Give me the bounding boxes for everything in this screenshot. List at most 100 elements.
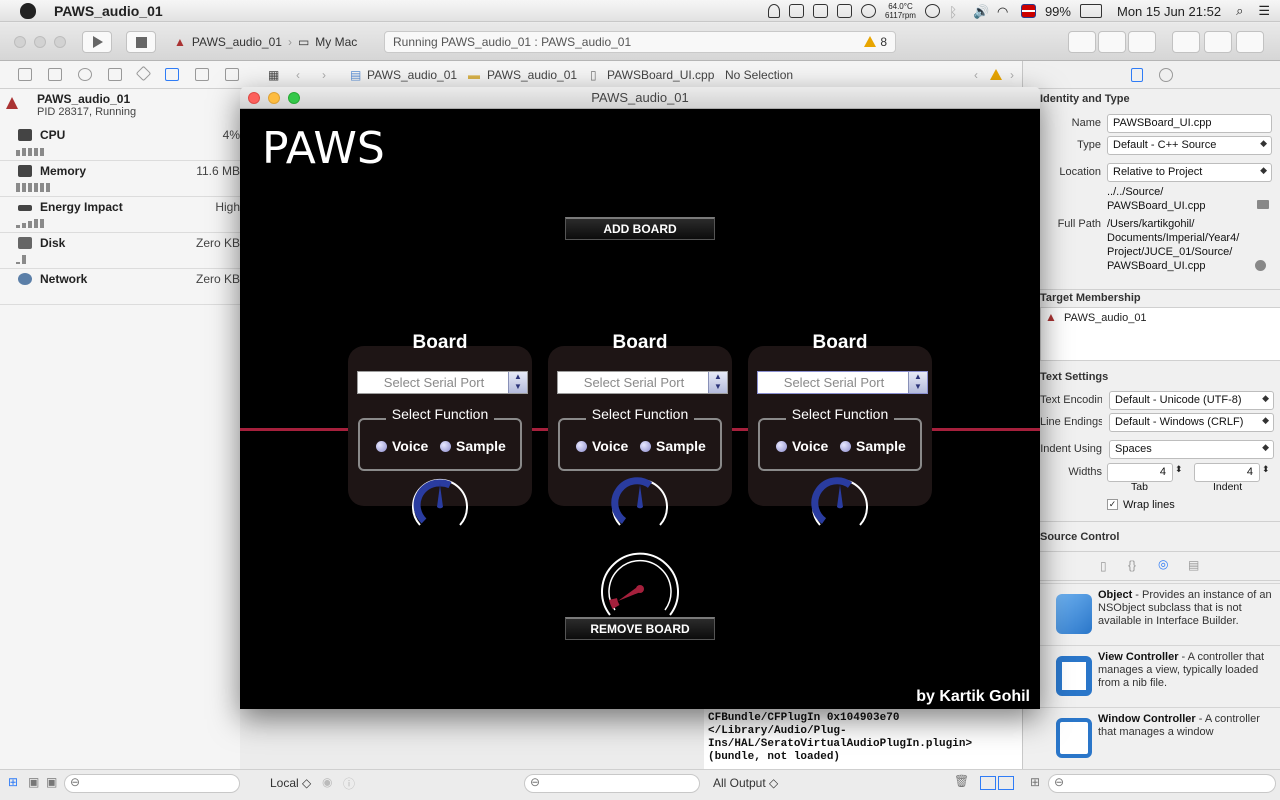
tab-stepper[interactable]: ⬍: [1175, 464, 1183, 475]
master-rotary-knob[interactable]: [598, 549, 682, 625]
window-titlebar[interactable]: PAWS_audio_01: [240, 87, 1040, 109]
voice-radio[interactable]: Voice: [376, 438, 428, 454]
serial-port-select[interactable]: Select Serial Port ▲ ▼: [757, 371, 928, 394]
next-issue-icon[interactable]: ›: [1010, 68, 1014, 82]
code-snippet-icon[interactable]: {}: [1128, 558, 1136, 572]
back-arrow-icon[interactable]: ‹: [296, 68, 300, 82]
variables-filter-field[interactable]: ⊖: [524, 774, 700, 793]
file-template-icon[interactable]: ▯: [1100, 559, 1107, 573]
project-navigator-icon[interactable]: [18, 68, 32, 81]
trash-icon[interactable]: 🗑: [954, 774, 969, 788]
serial-port-select[interactable]: Select Serial Port ▲ ▼: [557, 371, 728, 394]
help-inspector-icon[interactable]: [1159, 68, 1173, 82]
toggle-debug-area-button[interactable]: [1204, 31, 1232, 53]
eye-icon[interactable]: ◉: [322, 775, 332, 789]
app-menu-name[interactable]: PAWS_audio_01: [54, 3, 163, 19]
spotlight-search-icon[interactable]: ⌕: [1236, 3, 1243, 19]
library-item-object[interactable]: Object - Provides an instance of an NSOb…: [1040, 583, 1280, 643]
sample-radio[interactable]: Sample: [440, 438, 506, 454]
name-field[interactable]: PAWSBoard_UI.cpp: [1107, 114, 1272, 133]
minimize-button[interactable]: [34, 36, 46, 48]
memory-gauge[interactable]: Memory 11.6 MB: [0, 161, 240, 197]
indent-using-select[interactable]: Spaces ◆: [1109, 440, 1274, 459]
breakpoint-navigator-icon[interactable]: [195, 68, 209, 81]
sample-radio[interactable]: Sample: [840, 438, 906, 454]
toggle-utilities-button[interactable]: [1236, 31, 1264, 53]
console-output[interactable]: CFBundle/CFPlugIn 0x104903e70 </Library/…: [704, 709, 1022, 769]
test-navigator-icon[interactable]: [135, 65, 152, 82]
notification-bell-icon[interactable]: [767, 4, 780, 18]
info-icon[interactable]: ⓘ: [343, 775, 355, 792]
network-gauge[interactable]: Network Zero KB: [0, 269, 240, 305]
close-button[interactable]: [248, 92, 260, 104]
zoom-button[interactable]: [54, 36, 66, 48]
blocked-icon[interactable]: [860, 4, 876, 18]
board-rotary-knob[interactable]: [410, 477, 470, 533]
issue-warning-icon[interactable]: [990, 68, 1006, 82]
breadcrumb-project[interactable]: PAWS_audio_01: [367, 68, 457, 82]
related-items-icon[interactable]: ▦: [268, 68, 279, 82]
add-board-button[interactable]: ADD BOARD: [565, 217, 715, 240]
volume-icon[interactable]: 🔊: [973, 4, 989, 19]
input-language-flag-icon[interactable]: [1020, 4, 1036, 18]
previous-issue-icon[interactable]: ‹: [974, 68, 978, 82]
clock[interactable]: Mon 15 Jun 21:52: [1117, 4, 1221, 19]
library-filter-field[interactable]: ⊖: [1048, 774, 1276, 793]
temperature-monitor[interactable]: 64.0°C 6117rpm: [885, 2, 916, 20]
show-variables-icon[interactable]: [980, 776, 996, 790]
type-select[interactable]: Default - C++ Source ◆: [1107, 136, 1272, 155]
run-button[interactable]: [82, 31, 112, 53]
recent-files-icon[interactable]: ▣: [28, 775, 39, 789]
line-endings-select[interactable]: Default - Windows (CRLF) ◆: [1109, 413, 1274, 432]
breadcrumb-selection[interactable]: No Selection: [725, 68, 793, 82]
voice-radio[interactable]: Voice: [576, 438, 628, 454]
scheme-selector[interactable]: ▲ PAWS_audio_01 › ▭ My Mac: [168, 31, 363, 53]
board-rotary-knob[interactable]: [810, 477, 870, 533]
scm-icon[interactable]: ▣: [46, 775, 57, 789]
sample-radio[interactable]: Sample: [640, 438, 706, 454]
accessibility-icon[interactable]: [924, 4, 940, 18]
grid-view-icon[interactable]: ⊞: [1030, 775, 1040, 789]
breadcrumb-file[interactable]: PAWSBoard_UI.cpp: [607, 68, 714, 82]
add-icon[interactable]: ⊞: [8, 775, 18, 789]
voice-radio[interactable]: Voice: [776, 438, 828, 454]
board-rotary-knob[interactable]: [610, 477, 670, 533]
drive-icon[interactable]: [788, 4, 804, 18]
location-select[interactable]: Relative to Project ◆: [1107, 163, 1272, 182]
disk-gauge[interactable]: Disk Zero KB: [0, 233, 240, 269]
forward-arrow-icon[interactable]: ›: [322, 68, 326, 82]
symbol-navigator-icon[interactable]: [48, 68, 62, 81]
show-console-icon[interactable]: [998, 776, 1014, 790]
energy-gauge[interactable]: Energy Impact High: [0, 197, 240, 233]
warnings-indicator[interactable]: 8: [864, 35, 887, 49]
file-inspector-icon[interactable]: [1131, 68, 1143, 82]
issue-navigator-icon[interactable]: [108, 68, 122, 81]
console-output-selector[interactable]: All Output ◇: [713, 776, 778, 790]
report-navigator-icon[interactable]: [225, 68, 239, 81]
version-editor-button[interactable]: [1128, 31, 1156, 53]
dropbox-icon[interactable]: [836, 4, 852, 18]
library-item-view-controller[interactable]: View Controller - A controller that mana…: [1040, 645, 1280, 705]
standard-editor-button[interactable]: [1068, 31, 1096, 53]
serial-port-select[interactable]: Select Serial Port ▲ ▼: [357, 371, 528, 394]
wifi-icon[interactable]: ◠: [997, 4, 1012, 19]
library-item-window-controller[interactable]: Window Controller - A controller that ma…: [1040, 707, 1280, 767]
assistant-editor-button[interactable]: [1098, 31, 1126, 53]
notification-center-icon[interactable]: ☰: [1258, 3, 1270, 19]
battery-icon[interactable]: [1079, 4, 1102, 18]
media-library-icon[interactable]: ▤: [1188, 558, 1199, 572]
minimize-button[interactable]: [268, 92, 280, 104]
object-library-icon[interactable]: ◎: [1158, 557, 1168, 571]
process-name[interactable]: PAWS_audio_01: [37, 92, 130, 106]
toggle-navigator-button[interactable]: [1172, 31, 1200, 53]
encoding-select[interactable]: Default - Unicode (UTF-8) ◆: [1109, 391, 1274, 410]
breadcrumb-group[interactable]: PAWS_audio_01: [487, 68, 577, 82]
variables-scope-selector[interactable]: Local ◇: [270, 776, 311, 790]
bluetooth-icon[interactable]: ᛒ: [949, 4, 964, 20]
box-icon[interactable]: [812, 4, 828, 18]
debug-navigator-icon[interactable]: [165, 68, 179, 81]
stop-button[interactable]: [126, 31, 156, 53]
remove-board-button[interactable]: REMOVE BOARD: [565, 617, 715, 640]
navigator-filter-field[interactable]: ⊖: [64, 774, 240, 793]
find-navigator-icon[interactable]: [78, 68, 92, 81]
